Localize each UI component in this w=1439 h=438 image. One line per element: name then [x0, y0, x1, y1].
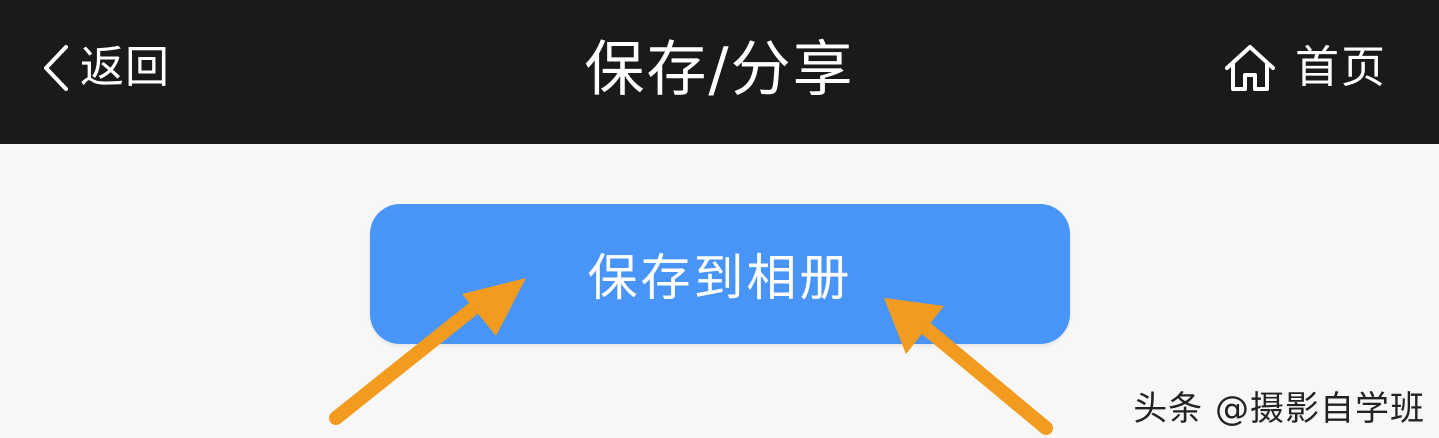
home-icon	[1223, 43, 1277, 93]
watermark-text: 头条 @摄影自学班	[1133, 389, 1425, 429]
home-label: 首页	[1295, 42, 1387, 93]
save-to-album-label: 保存到相册	[587, 249, 853, 307]
home-button[interactable]: 首页	[1223, 36, 1387, 100]
top-nav-bar: 返回 保存/分享 首页	[0, 0, 1439, 144]
save-to-album-button[interactable]: 保存到相册	[370, 204, 1070, 344]
